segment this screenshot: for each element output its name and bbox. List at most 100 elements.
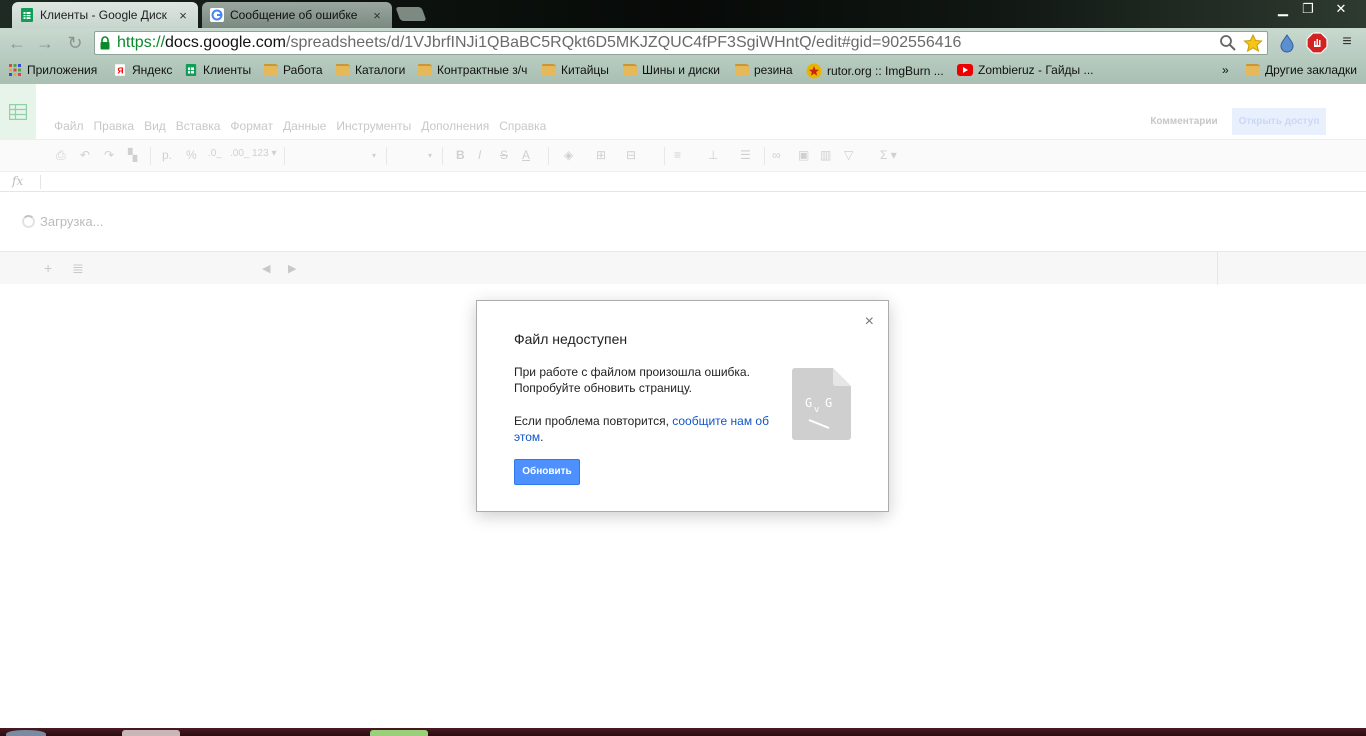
bookmark-star-icon[interactable] bbox=[1243, 34, 1263, 52]
tab-title: Сообщение об ошибке bbox=[230, 8, 358, 22]
bookmark-folder-work[interactable]: Работа bbox=[264, 63, 323, 77]
print-icon[interactable]: ⎙ bbox=[56, 148, 66, 163]
scroll-left-icon[interactable]: ◀ bbox=[262, 262, 270, 275]
folder-icon bbox=[735, 64, 749, 76]
bookmark-rutor[interactable]: rutor.org :: ImgBurn ... bbox=[806, 63, 944, 79]
decrease-decimals-button[interactable]: .0_ bbox=[208, 148, 222, 159]
os-taskbar bbox=[0, 728, 1366, 736]
sheet-tabs-bar: + ≣ ◀ ▶ bbox=[0, 251, 1366, 285]
browser-toolbar: ← → ↻ https://docs.google.com/spreadshee… bbox=[0, 28, 1366, 58]
bookmark-other[interactable]: Другие закладки bbox=[1246, 63, 1357, 77]
vertical-align-icon[interactable]: ⊥ bbox=[708, 148, 718, 162]
bold-button[interactable]: B bbox=[456, 148, 465, 162]
italic-button[interactable]: I bbox=[478, 148, 481, 162]
scroll-right-icon[interactable]: ▶ bbox=[288, 262, 296, 275]
add-sheet-icon[interactable]: + bbox=[44, 260, 52, 276]
tab-close-icon[interactable]: × bbox=[370, 8, 384, 23]
minimize-window-icon[interactable]: ▁ bbox=[1270, 0, 1296, 18]
tab-clients[interactable]: Клиенты - Google Диск × bbox=[12, 2, 198, 28]
text-color-button[interactable]: A bbox=[522, 148, 530, 162]
fill-color-icon[interactable]: ◈ bbox=[564, 148, 573, 162]
bookmark-clients[interactable]: Клиенты bbox=[184, 63, 251, 77]
menu-format[interactable]: Формат bbox=[230, 119, 273, 133]
functions-button[interactable]: Σ ▾ bbox=[880, 148, 897, 162]
menu-file[interactable]: Файл bbox=[54, 119, 84, 133]
menu-view[interactable]: Вид bbox=[144, 119, 166, 133]
start-button-icon[interactable] bbox=[6, 730, 46, 736]
sheets-icon bbox=[185, 64, 197, 76]
paint-format-icon[interactable]: ▚ bbox=[128, 148, 137, 162]
toolbar-divider bbox=[150, 147, 151, 165]
redo-icon[interactable]: ↷ bbox=[104, 148, 114, 162]
menu-hamburger-icon[interactable]: ≡ bbox=[1336, 32, 1358, 52]
forward-arrow-icon[interactable]: → bbox=[34, 33, 56, 53]
close-icon[interactable]: × bbox=[865, 313, 874, 331]
bookmark-label: Другие закладки bbox=[1265, 63, 1357, 77]
folder-icon bbox=[542, 64, 556, 76]
bookmark-folder-catalogs[interactable]: Каталоги bbox=[336, 63, 405, 77]
reload-icon[interactable]: ↻ bbox=[64, 33, 86, 53]
bookmark-folder-contract-parts[interactable]: Контрактные з/ч bbox=[418, 63, 527, 77]
taskbar-app-chrome[interactable] bbox=[122, 730, 180, 736]
tab-strip: Клиенты - Google Диск × Сообщение об оши… bbox=[0, 0, 1366, 28]
close-window-icon[interactable]: ✕ bbox=[1320, 0, 1362, 18]
more-formats-button[interactable]: 123 ▾ bbox=[252, 148, 276, 159]
insert-chart-icon[interactable]: ▥ bbox=[820, 148, 831, 162]
sheets-logo-icon[interactable] bbox=[0, 84, 36, 139]
tab-close-icon[interactable]: × bbox=[176, 8, 190, 23]
share-button[interactable]: Открыть доступ bbox=[1232, 108, 1326, 135]
menu-addons[interactable]: Дополнения bbox=[421, 119, 489, 133]
dialog-body: При работе с файлом произошла ошибка. По… bbox=[514, 364, 784, 445]
filter-icon[interactable]: ▽ bbox=[844, 148, 853, 162]
bookmark-apps[interactable]: Приложения bbox=[8, 63, 97, 77]
insert-link-icon[interactable]: ∞ bbox=[772, 148, 781, 162]
comments-button[interactable]: Комментарии bbox=[1146, 110, 1222, 134]
svg-text:v: v bbox=[814, 405, 819, 415]
fx-icon: fx bbox=[12, 174, 24, 188]
back-arrow-icon[interactable]: ← bbox=[6, 33, 28, 53]
text-wrap-icon[interactable]: ☰ bbox=[740, 148, 751, 162]
svg-text:G: G bbox=[825, 396, 832, 410]
insert-comment-icon[interactable]: ▣ bbox=[798, 148, 809, 162]
folder-icon bbox=[623, 64, 637, 76]
toolbar-divider bbox=[442, 147, 443, 165]
menu-help[interactable]: Справка bbox=[499, 119, 546, 133]
url-scheme: https:// bbox=[117, 34, 166, 51]
bookmark-yandex[interactable]: Я Яндекс bbox=[113, 63, 172, 77]
bookmark-label: Приложения bbox=[27, 63, 98, 77]
menu-tools[interactable]: Инструменты bbox=[336, 119, 411, 133]
address-bar[interactable]: https://docs.google.com/spreadsheets/d/1… bbox=[94, 31, 1268, 55]
bookmarks-overflow-chevron[interactable]: » bbox=[1222, 63, 1229, 77]
svg-text:Я: Я bbox=[117, 65, 123, 75]
extension-drop-icon[interactable] bbox=[1276, 32, 1298, 54]
restore-window-icon[interactable]: ❐ bbox=[1296, 0, 1320, 18]
new-tab-button[interactable] bbox=[395, 7, 427, 21]
borders-icon[interactable]: ⊞ bbox=[596, 148, 606, 162]
taskbar-app[interactable] bbox=[370, 730, 428, 736]
percent-format-button[interactable]: % bbox=[186, 148, 197, 162]
merge-cells-icon[interactable]: ⊟ bbox=[626, 148, 636, 162]
font-dropdown-icon[interactable]: ▾ bbox=[372, 151, 376, 160]
menu-insert[interactable]: Вставка bbox=[176, 119, 221, 133]
menu-data[interactable]: Данные bbox=[283, 119, 326, 133]
horizontal-align-icon[interactable]: ≡ bbox=[674, 148, 681, 162]
adblock-icon[interactable] bbox=[1306, 32, 1328, 54]
undo-icon[interactable]: ↶ bbox=[80, 148, 90, 162]
bookmark-label: Zombieruz - Гайды ... bbox=[978, 63, 1094, 77]
loading-spinner-icon bbox=[22, 215, 35, 228]
bookmark-zombieruz[interactable]: Zombieruz - Гайды ... bbox=[957, 63, 1094, 77]
menu-edit[interactable]: Правка bbox=[94, 119, 135, 133]
currency-format-button[interactable]: р. bbox=[162, 148, 172, 162]
increase-decimals-button[interactable]: .00_ bbox=[230, 148, 249, 159]
bookmark-folder-rubber[interactable]: резина bbox=[735, 63, 793, 77]
bookmark-folder-chinese[interactable]: Китайцы bbox=[542, 63, 609, 77]
all-sheets-icon[interactable]: ≣ bbox=[72, 260, 84, 277]
font-size-dropdown-icon[interactable]: ▾ bbox=[428, 151, 432, 160]
strikethrough-button[interactable]: S bbox=[500, 148, 508, 162]
formula-divider bbox=[40, 175, 41, 189]
search-icon[interactable] bbox=[1219, 34, 1237, 52]
refresh-button[interactable]: Обновить bbox=[514, 459, 580, 485]
tab-error-message[interactable]: Сообщение об ошибке × bbox=[202, 2, 392, 28]
bookmark-folder-tires[interactable]: Шины и диски bbox=[623, 63, 720, 77]
toolbar-divider bbox=[284, 147, 285, 165]
